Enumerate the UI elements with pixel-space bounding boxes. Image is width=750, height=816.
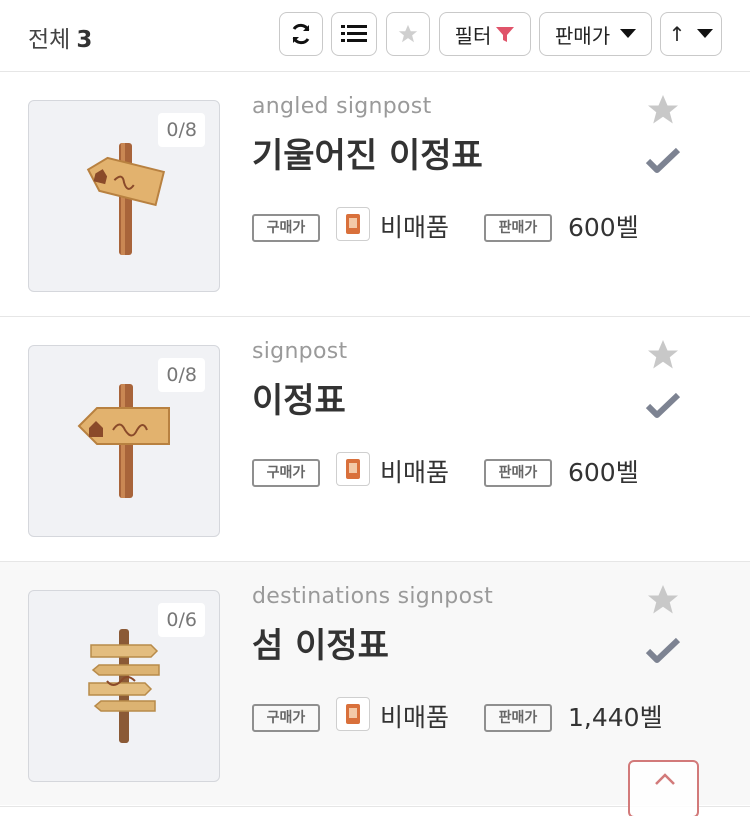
buy-price-tag: 구매가 xyxy=(252,214,320,242)
destinations-signpost-image xyxy=(88,629,160,743)
buy-price-value: 비매품 xyxy=(380,213,450,242)
star-icon[interactable] xyxy=(645,582,681,618)
caret-down-icon xyxy=(620,29,637,38)
sell-price-value: 600벨 xyxy=(568,458,639,487)
chevron-up-icon xyxy=(655,773,675,785)
filter-icon xyxy=(496,27,515,42)
refresh-icon xyxy=(292,23,310,45)
item-korean-name: 기울어진 이정표 xyxy=(252,136,483,176)
item-image: 0/8 xyxy=(28,345,220,537)
signpost-image xyxy=(77,384,170,498)
angled-signpost-image xyxy=(86,143,166,255)
ticket-icon xyxy=(336,452,370,486)
sort-label: 판매가 xyxy=(554,23,611,48)
buy-price-tag: 구매가 xyxy=(252,459,320,487)
list-item[interactable]: 0/8 angled signpost 기울어진 이정표 구매가 비매품 판매가… xyxy=(0,71,750,315)
star-icon xyxy=(398,24,418,43)
ticket-icon xyxy=(336,697,370,731)
sell-price-value: 1,440벨 xyxy=(568,703,663,732)
buy-price-tag: 구매가 xyxy=(252,704,320,732)
buy-price-value: 비매품 xyxy=(380,703,450,732)
total-count-label: 전체 3 xyxy=(28,20,92,54)
item-english-name: destinations signpost xyxy=(252,584,494,609)
sell-price-tag: 판매가 xyxy=(484,704,552,732)
ticket-icon xyxy=(336,207,370,241)
star-icon[interactable] xyxy=(645,92,681,128)
list-icon xyxy=(341,25,367,42)
sell-price-tag: 판매가 xyxy=(484,459,552,487)
item-korean-name: 이정표 xyxy=(252,381,346,421)
sort-select[interactable]: 판매가 xyxy=(539,12,652,56)
favorite-filter-button[interactable] xyxy=(386,12,430,56)
sell-price-tag: 판매가 xyxy=(484,214,552,242)
check-icon[interactable] xyxy=(645,636,681,666)
total-count: 3 xyxy=(76,27,93,53)
filter-label: 필터 xyxy=(454,23,492,48)
check-icon[interactable] xyxy=(645,146,681,176)
caret-down-icon xyxy=(697,29,714,38)
list-item[interactable]: 0/8 signpost 이정표 구매가 비매품 판매가 600벨 xyxy=(0,316,750,560)
total-label: 전체 xyxy=(28,27,71,53)
toolbar: 전체 3 필터 판매가 ↑ xyxy=(0,0,750,70)
item-korean-name: 섬 이정표 xyxy=(252,626,389,666)
buy-price-value: 비매품 xyxy=(380,458,450,487)
scroll-top-button[interactable] xyxy=(628,760,699,816)
star-icon[interactable] xyxy=(645,337,681,373)
sort-order-label: ↑ xyxy=(668,22,686,46)
refresh-button[interactable] xyxy=(279,12,323,56)
sell-price-value: 600벨 xyxy=(568,213,639,242)
item-image: 0/6 xyxy=(28,590,220,782)
item-english-name: angled signpost xyxy=(252,94,432,119)
list-view-button[interactable] xyxy=(331,12,377,56)
collection-count: 0/6 xyxy=(158,603,205,637)
sort-order-select[interactable]: ↑ xyxy=(660,12,722,56)
item-image: 0/8 xyxy=(28,100,220,292)
filter-button[interactable]: 필터 xyxy=(439,12,531,56)
check-icon[interactable] xyxy=(645,391,681,421)
item-english-name: signpost xyxy=(252,339,348,364)
